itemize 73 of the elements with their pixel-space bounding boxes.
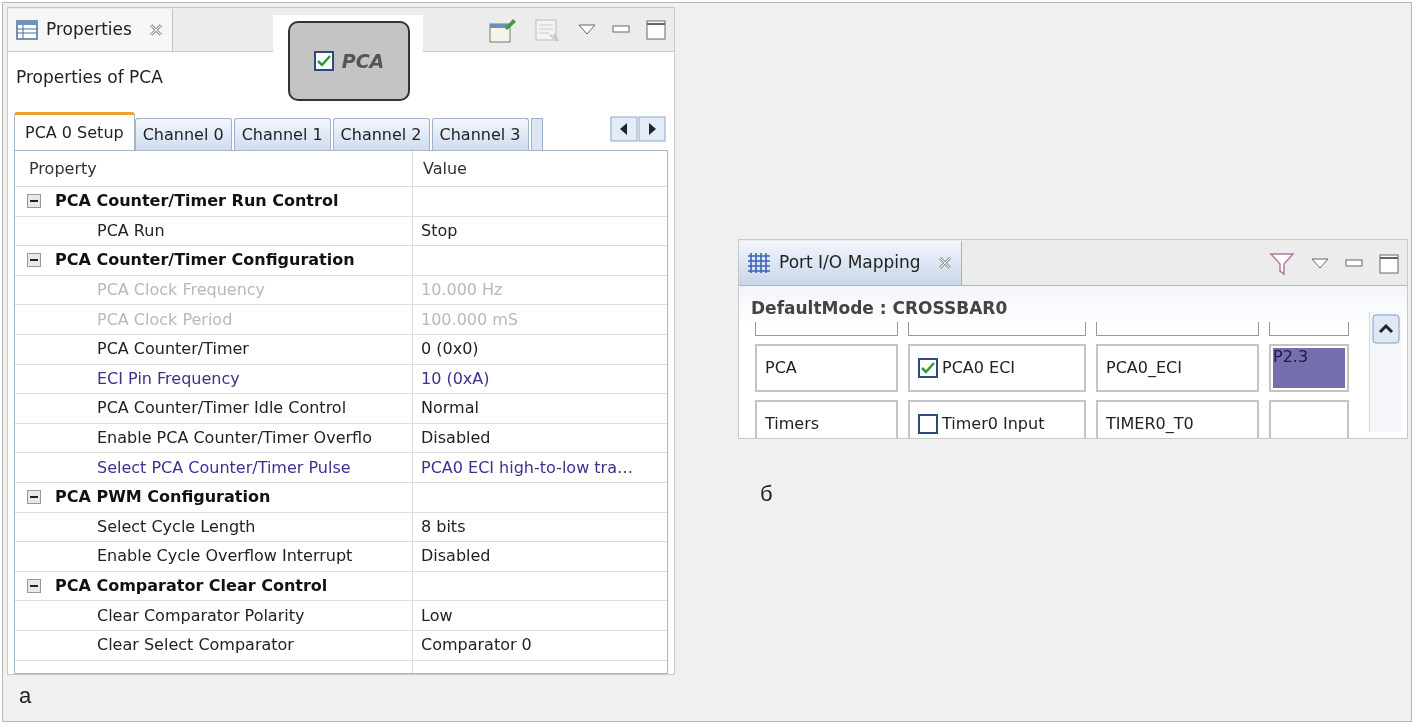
property-value[interactable]: Low bbox=[421, 603, 453, 628]
scroll-left-icon[interactable] bbox=[610, 116, 638, 142]
properties-tab[interactable]: Properties bbox=[8, 9, 173, 51]
group-label: PCA Counter/Timer Configuration bbox=[55, 249, 355, 272]
mode-heading: DefaultMode : CROSSBAR0 bbox=[751, 298, 1008, 318]
property-value[interactable]: Stop bbox=[421, 218, 458, 243]
maximize-icon[interactable] bbox=[646, 20, 666, 40]
checkbox[interactable] bbox=[918, 357, 938, 378]
property-name: Clear Select Comparator bbox=[96, 634, 294, 657]
group-label: PCA PWM Configuration bbox=[55, 486, 271, 509]
minimize-icon[interactable] bbox=[612, 25, 630, 35]
property-value[interactable]: 8 bits bbox=[421, 514, 466, 539]
peripheral-cell: Timers bbox=[755, 399, 898, 438]
maximize-icon[interactable] bbox=[1379, 254, 1399, 274]
component-label: PCA bbox=[341, 48, 385, 74]
minimize-icon[interactable] bbox=[1345, 259, 1363, 269]
tab[interactable]: Channel 2 bbox=[332, 118, 430, 150]
property-name: Select Cycle Length bbox=[96, 515, 256, 538]
signal-name-cell: TIMER0_T0 bbox=[1096, 399, 1259, 438]
pin-cell[interactable]: P2.3 bbox=[1269, 343, 1349, 392]
group-label: PCA Counter/Timer Run Control bbox=[55, 190, 339, 213]
close-icon[interactable] bbox=[936, 255, 953, 271]
view-menu-icon[interactable] bbox=[1311, 258, 1329, 270]
tab[interactable]: Channel 1 bbox=[233, 118, 331, 150]
collapse-icon[interactable] bbox=[27, 253, 41, 268]
figure-caption: б bbox=[760, 480, 773, 508]
component-chip[interactable]: PCA bbox=[288, 21, 410, 101]
collapse-icon[interactable] bbox=[27, 194, 41, 209]
property-value[interactable]: Disabled bbox=[421, 544, 491, 569]
tab-title: Properties bbox=[46, 18, 132, 42]
checkbox[interactable] bbox=[918, 413, 938, 434]
property-name: ECI Pin Frequency bbox=[96, 367, 240, 390]
property-name: Enable PCA Counter/Timer Overflo bbox=[96, 427, 372, 450]
property-value[interactable]: Disabled bbox=[421, 426, 491, 451]
column-header[interactable]: Value bbox=[413, 151, 667, 186]
peripheral-cell: PCA bbox=[755, 343, 898, 392]
checkbox[interactable] bbox=[313, 51, 334, 71]
view-menu-icon[interactable] bbox=[578, 24, 596, 36]
property-name: PCA Clock Period bbox=[96, 308, 233, 331]
collapse-icon[interactable] bbox=[27, 490, 41, 505]
property-value[interactable]: Normal bbox=[421, 396, 479, 421]
property-name: Enable Cycle Overflow Interrupt bbox=[96, 545, 353, 568]
property-value[interactable]: PCA0 ECI high-to-low tra… bbox=[421, 455, 633, 480]
scroll-up-icon[interactable] bbox=[1371, 313, 1400, 344]
tab[interactable]: Channel 0 bbox=[134, 118, 232, 150]
close-icon[interactable] bbox=[147, 22, 164, 38]
filter-icon[interactable] bbox=[1269, 252, 1295, 276]
scroll-right-icon[interactable] bbox=[638, 116, 666, 142]
property-name: PCA Counter/Timer bbox=[96, 338, 249, 361]
port-io-tab[interactable]: Port I/O Mapping bbox=[739, 241, 962, 285]
property-name: Select PCA Counter/Timer Pulse bbox=[96, 456, 351, 479]
grid-icon bbox=[747, 252, 771, 274]
table-icon bbox=[16, 20, 38, 40]
property-value[interactable]: 10 (0xA) bbox=[421, 366, 490, 391]
property-value[interactable]: Comparator 0 bbox=[421, 633, 532, 658]
signal-label: PCA0 ECI bbox=[942, 356, 1016, 379]
view-subtitle: Properties of PCA bbox=[16, 66, 163, 90]
tab-title: Port I/O Mapping bbox=[779, 251, 921, 275]
scrollbar[interactable] bbox=[1369, 311, 1401, 432]
property-name: PCA Counter/Timer Idle Control bbox=[96, 397, 347, 420]
property-name: Clear Comparator Polarity bbox=[96, 604, 305, 627]
collapse-icon[interactable] bbox=[27, 579, 41, 593]
signal-label: Timer0 Input bbox=[942, 412, 1045, 435]
tab[interactable]: PCA 0 Setup bbox=[14, 112, 135, 150]
tab[interactable]: Channel 3 bbox=[431, 118, 529, 150]
signal-name-cell: PCA0_ECI bbox=[1096, 343, 1259, 392]
property-name: PCA Run bbox=[96, 219, 165, 242]
figure-caption: а bbox=[19, 682, 32, 710]
property-value[interactable]: 0 (0x0) bbox=[421, 337, 479, 362]
property-name: PCA Clock Frequency bbox=[96, 279, 266, 302]
pin-cell[interactable] bbox=[1269, 399, 1349, 438]
group-label: PCA Comparator Clear Control bbox=[55, 575, 328, 597]
column-header[interactable]: Property bbox=[15, 151, 413, 186]
